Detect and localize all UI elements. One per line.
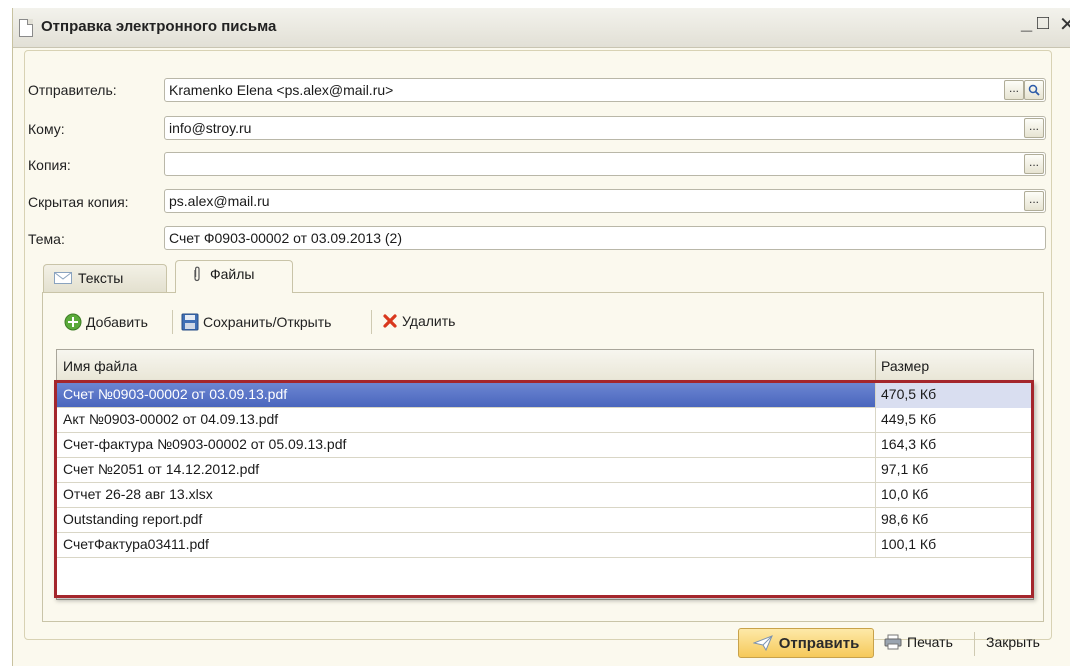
table-header: Имя файла Размер	[57, 350, 1033, 382]
tab-texts-label: Тексты	[78, 270, 124, 286]
delete-icon	[383, 314, 397, 328]
print-button[interactable]: Печать	[884, 634, 953, 650]
table-row[interactable]: Счет-фактура №0903-00002 от 05.09.13.pdf…	[57, 433, 1033, 458]
file-size: 470,5 Кб	[881, 386, 937, 402]
send-button[interactable]: Отправить	[738, 628, 874, 658]
send-label: Отправить	[778, 634, 860, 652]
file-name: Outstanding report.pdf	[63, 511, 203, 527]
file-size: 164,3 Кб	[881, 436, 937, 452]
close-button[interactable]: Закрыть	[986, 634, 1040, 650]
add-icon	[64, 313, 82, 331]
bcc-select-button[interactable]: ...	[1024, 191, 1044, 211]
cell-separator	[875, 383, 876, 408]
printer-icon	[884, 634, 902, 650]
maximize-button[interactable]: □	[1037, 12, 1049, 35]
column-header-size[interactable]: Размер	[881, 358, 929, 374]
table-row[interactable]: Акт №0903-00002 от 04.09.13.pdf 449,5 Кб	[57, 408, 1033, 433]
file-size: 449,5 Кб	[881, 411, 937, 427]
footer-separator	[974, 632, 975, 656]
to-value: info@stroy.ru	[169, 120, 252, 136]
add-button[interactable]: Добавить	[64, 313, 148, 331]
cc-field[interactable]	[164, 152, 1046, 176]
to-field[interactable]: info@stroy.ru	[164, 116, 1046, 140]
file-name: Счет №2051 от 14.12.2012.pdf	[63, 461, 260, 477]
table-row[interactable]: Счет №0903-00002 от 03.09.13.pdf 470,5 К…	[57, 383, 1033, 408]
tab-texts[interactable]: Тексты	[43, 264, 167, 292]
table-row[interactable]: Отчет 26-28 авг 13.xlsx 10,0 Кб	[57, 483, 1033, 508]
cell-separator	[875, 458, 876, 483]
window-title: Отправка электронного письма	[41, 18, 277, 35]
file-size: 100,1 Кб	[881, 536, 937, 552]
delete-label: Удалить	[402, 313, 456, 329]
cell-separator	[875, 508, 876, 533]
minimize-button[interactable]: _	[1021, 12, 1032, 35]
file-size: 97,1 Кб	[881, 461, 929, 477]
envelope-icon	[54, 272, 72, 284]
subject-value: Счет Ф0903-00002 от 03.09.2013 (2)	[169, 230, 402, 246]
tab-files-label: Файлы	[210, 266, 255, 282]
file-name: Счет №0903-00002 от 03.09.13.pdf	[63, 386, 288, 402]
sender-select-button[interactable]: ...	[1004, 80, 1024, 100]
table-body: Счет №0903-00002 от 03.09.13.pdf 470,5 К…	[57, 383, 1033, 558]
close-window-button[interactable]: ✕	[1059, 12, 1070, 37]
cell-separator	[875, 483, 876, 508]
paperclip-icon	[194, 266, 200, 282]
bcc-value: ps.alex@mail.ru	[169, 193, 270, 209]
files-table: Имя файла Размер Счет №0903-00002 от 03.…	[56, 349, 1034, 600]
column-separator	[875, 350, 876, 382]
add-label: Добавить	[86, 314, 148, 330]
file-name: Отчет 26-28 авг 13.xlsx	[63, 486, 213, 502]
file-name: СчетФактура03411.pdf	[63, 536, 209, 552]
sender-search-button[interactable]	[1024, 80, 1044, 100]
cell-separator	[875, 408, 876, 433]
file-size: 10,0 Кб	[881, 486, 929, 502]
save-open-label: Сохранить/Открыть	[203, 314, 332, 330]
sender-label: Отправитель:	[28, 82, 117, 98]
file-name: Счет-фактура №0903-00002 от 05.09.13.pdf	[63, 436, 347, 452]
subject-label: Тема:	[28, 231, 65, 247]
bcc-label: Скрытая копия:	[28, 194, 129, 210]
sender-value: Kramenko Elena <ps.alex@mail.ru>	[169, 82, 394, 98]
magnifier-icon	[1028, 84, 1040, 96]
to-select-button[interactable]: ...	[1024, 118, 1044, 138]
toolbar-separator	[172, 310, 173, 334]
table-row[interactable]: Счет №2051 от 14.12.2012.pdf 97,1 Кб	[57, 458, 1033, 483]
paper-plane-icon	[752, 635, 773, 651]
cc-select-button[interactable]: ...	[1024, 154, 1044, 174]
cell-separator	[875, 433, 876, 458]
toolbar-separator	[371, 310, 372, 334]
file-name: Акт №0903-00002 от 04.09.13.pdf	[63, 411, 279, 427]
delete-button[interactable]: Удалить	[382, 313, 455, 329]
document-icon	[19, 19, 33, 37]
subject-field[interactable]: Счет Ф0903-00002 от 03.09.2013 (2)	[164, 226, 1046, 250]
save-open-button[interactable]: Сохранить/Открыть	[181, 313, 331, 331]
floppy-disk-icon	[181, 313, 199, 331]
cell-separator	[875, 533, 876, 558]
sender-field[interactable]: Kramenko Elena <ps.alex@mail.ru>	[164, 78, 1046, 102]
to-label: Кому:	[28, 121, 65, 137]
tab-files[interactable]: Файлы	[175, 260, 293, 293]
table-row[interactable]: Outstanding report.pdf 98,6 Кб	[57, 508, 1033, 533]
cc-label: Копия:	[28, 157, 71, 173]
file-size: 98,6 Кб	[881, 511, 929, 527]
bcc-field[interactable]: ps.alex@mail.ru	[164, 189, 1046, 213]
print-label: Печать	[907, 634, 953, 650]
table-row[interactable]: СчетФактура03411.pdf 100,1 Кб	[57, 533, 1033, 558]
title-bar: Отправка электронного письма _ □ ✕	[13, 8, 1070, 48]
column-header-name[interactable]: Имя файла	[63, 358, 137, 374]
